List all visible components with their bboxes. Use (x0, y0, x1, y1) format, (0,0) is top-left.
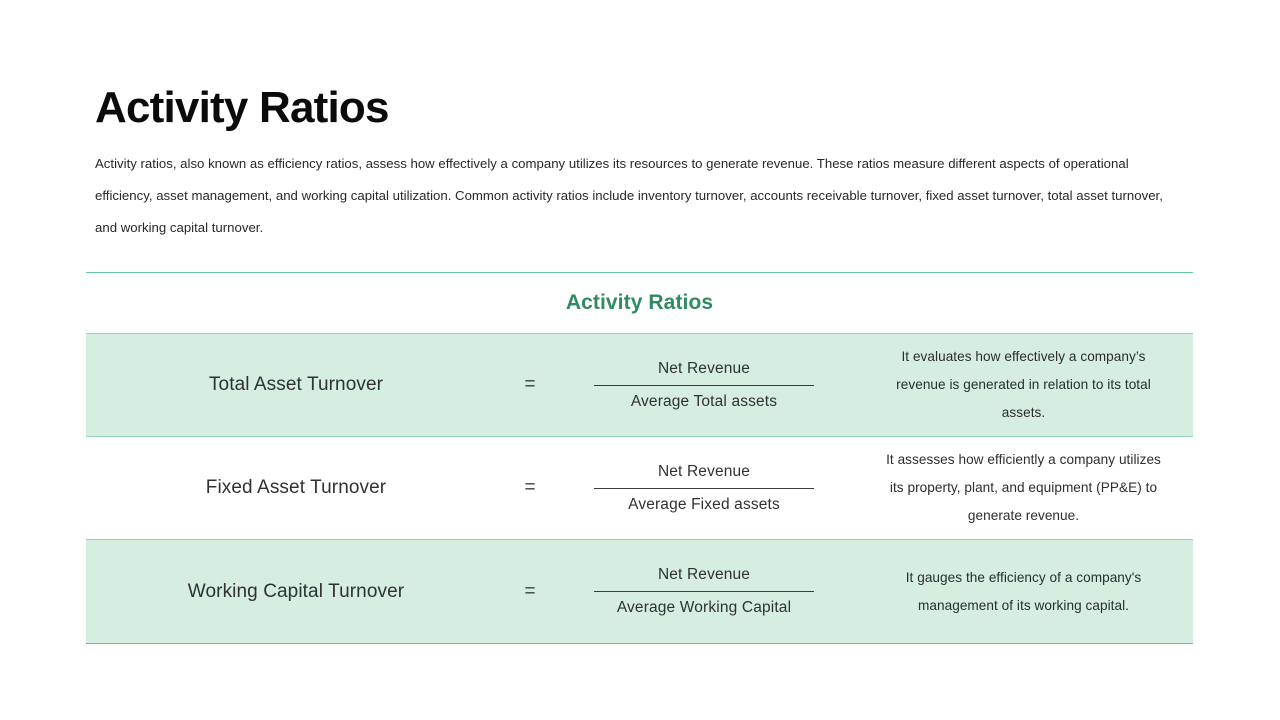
ratio-formula: Net Revenue Average Fixed assets (554, 460, 854, 517)
formula-denominator: Average Total assets (630, 392, 778, 410)
activity-ratios-table: Activity Ratios Total Asset Turnover = N… (86, 272, 1193, 644)
formula-denominator: Average Working Capital (616, 599, 792, 616)
equals-symbol: = (524, 374, 536, 395)
table-body: Total Asset Turnover = Net Revenue Avera… (86, 333, 1193, 644)
ratio-description: It evaluates how effectively a company’s… (896, 349, 1151, 420)
fraction-bar (594, 487, 814, 489)
equals-symbol: = (524, 477, 536, 498)
table-row: Working Capital Turnover = Net Revenue A… (86, 540, 1193, 643)
intro-paragraph: Activity ratios, also known as efficienc… (95, 156, 1163, 235)
ratio-name: Working Capital Turnover (187, 580, 405, 602)
ratio-name: Fixed Asset Turnover (205, 477, 387, 498)
ratio-name: Total Asset Turnover (208, 374, 384, 395)
page-title: Activity Ratios (95, 83, 389, 132)
formula-numerator: Net Revenue (657, 566, 751, 583)
ratio-formula: Net Revenue Average Working Capital (554, 563, 854, 620)
equals-symbol: = (524, 580, 536, 602)
table-caption: Activity Ratios (86, 273, 1193, 333)
ratio-description: It gauges the efficiency of a company's … (905, 569, 1142, 613)
slide-canvas: Activity Ratios Activity ratios, also kn… (0, 0, 1280, 720)
fraction-bar (594, 384, 814, 386)
formula-numerator: Net Revenue (657, 359, 751, 377)
table-row: Fixed Asset Turnover = Net Revenue Avera… (86, 437, 1193, 540)
fraction-bar (594, 591, 814, 592)
ratio-formula: Net Revenue Average Total assets (554, 357, 854, 414)
formula-numerator: Net Revenue (657, 462, 751, 480)
ratio-description: It assesses how efficiently a company ut… (886, 452, 1161, 523)
table-row: Total Asset Turnover = Net Revenue Avera… (86, 334, 1193, 437)
formula-denominator: Average Fixed assets (628, 495, 780, 513)
